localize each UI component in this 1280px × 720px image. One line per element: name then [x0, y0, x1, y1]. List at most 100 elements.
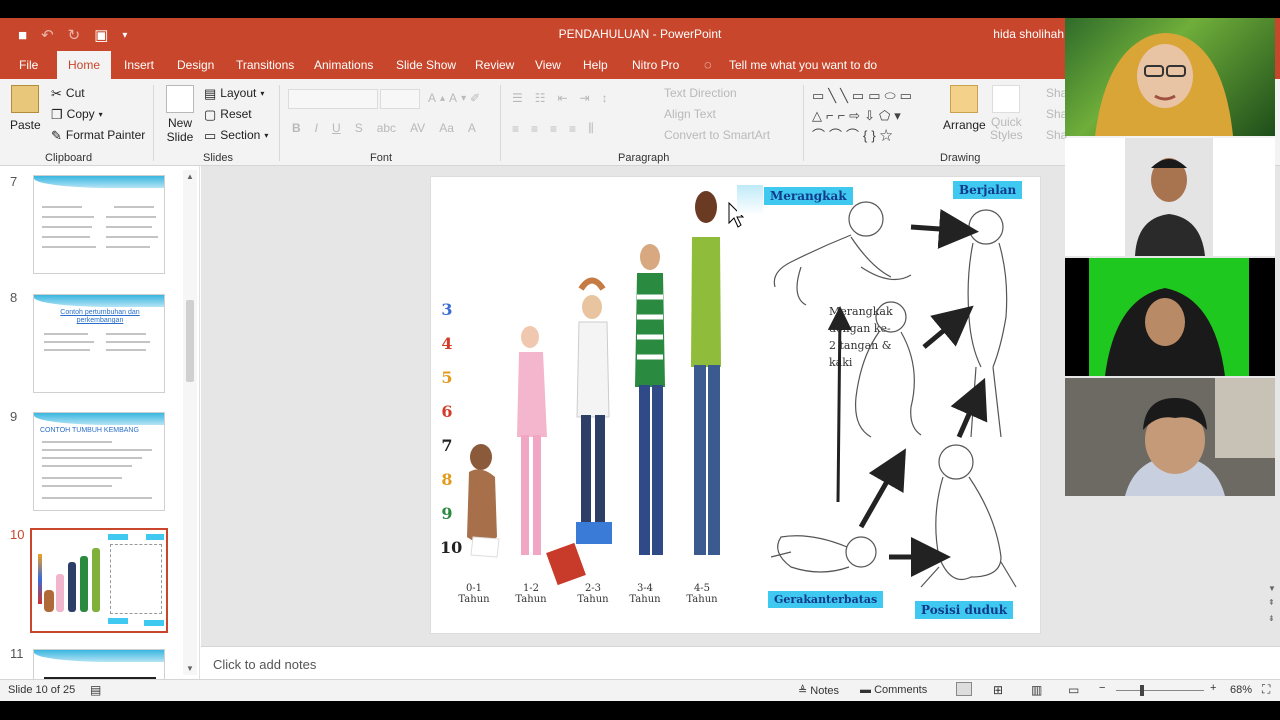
notes-placeholder[interactable]: Click to add notes	[213, 657, 316, 672]
zoom-slider-thumb[interactable]	[1140, 685, 1144, 696]
age-label-2-3: 2-3 Tahun	[577, 583, 609, 605]
reset-icon: ▢	[204, 106, 217, 122]
font-format-buttons[interactable]: B I U Sabc AV Aa A	[292, 121, 476, 135]
cut-label: Cut	[65, 86, 85, 100]
align-text-label: Align Text	[664, 107, 716, 121]
participant-2-image	[1125, 138, 1213, 256]
lightbulb-icon: ◌	[704, 57, 712, 72]
paste-label: Paste	[10, 118, 41, 132]
tab-view[interactable]: View	[524, 51, 572, 79]
right-panel-scrollbar[interactable]: ▼ ⇞ ⇟	[1266, 166, 1278, 630]
convert-smartart-label: Convert to SmartArt	[664, 128, 771, 142]
tab-help[interactable]: Help	[572, 51, 619, 79]
thumbnail-scrollbar[interactable]: ▲ ▼	[183, 170, 197, 675]
thumb-8-title: Contoh pertumbuhan dan perkembangan	[60, 309, 140, 325]
notes-pane[interactable]: Click to add notes	[201, 646, 1280, 679]
bullets-icon: ☰	[512, 91, 523, 105]
zoom-slider[interactable]	[1116, 685, 1204, 696]
slide-thumbnail-11[interactable]	[33, 649, 165, 679]
list-buttons[interactable]: ☰ ☷ ⇤ ⇥ ↕	[512, 91, 608, 105]
indent-icon: ⇤	[557, 91, 568, 105]
paragraph-group-label: Paragraph	[618, 152, 670, 164]
reset-button[interactable]: ▢ Reset	[204, 107, 252, 121]
slide-number-11: 11	[10, 646, 24, 661]
reading-view-icon[interactable]: ▥	[1031, 683, 1042, 697]
participant-4-image	[1065, 378, 1275, 496]
arrange-label: Arrange	[943, 118, 986, 132]
participant-1-image	[1095, 33, 1233, 136]
scroll-down-icon[interactable]: ▼	[1268, 584, 1276, 593]
scrollbar-thumb[interactable]	[186, 300, 194, 382]
prev-slide-icon[interactable]: ⇞	[1268, 598, 1275, 607]
ribbon-divider	[500, 85, 501, 161]
section-button[interactable]: ▭ Section ▾	[204, 128, 268, 142]
tab-animations[interactable]: Animations	[303, 51, 384, 79]
quick-styles-button[interactable]: Quick Styles	[990, 85, 1023, 142]
shapes-gallery[interactable]: ▭╲╲▭▭⬭▭ △⌐⌐⇨⇩⬠▾ ⌒⌒⌒{}☆	[812, 86, 932, 148]
participant-video-2[interactable]	[1065, 138, 1275, 256]
status-bar: Slide 10 of 25 ▤ ≜ Notes ▬ Comments ⊞ ▥ …	[0, 679, 1280, 701]
age-label-4-5: 4-5 Tahun	[686, 583, 718, 605]
notes-label: Notes	[810, 685, 840, 697]
participant-video-3[interactable]	[1065, 258, 1275, 376]
user-name[interactable]: hida sholihah	[993, 27, 1064, 41]
comments-toggle[interactable]: ▬ Comments	[860, 684, 927, 696]
slideshow-view-icon[interactable]: ▭	[1068, 683, 1079, 697]
layout-icon: ▤	[204, 85, 217, 101]
slide-number-8: 8	[10, 290, 18, 305]
convert-smartart-button[interactable]: Convert to SmartArt	[664, 128, 770, 142]
current-slide[interactable]: 3 4 5 6 7 8 9 10 0-1 Tahun 1-2 Tahun 2-3…	[430, 176, 1041, 634]
spellcheck-icon[interactable]: ▤	[90, 683, 101, 697]
ribbon-divider	[153, 85, 154, 161]
format-painter-label: Format Painter	[65, 128, 146, 142]
slide-sorter-icon[interactable]: ⊞	[993, 683, 1003, 697]
participant-video-4[interactable]	[1065, 378, 1275, 496]
tab-design[interactable]: Design	[166, 51, 225, 79]
notes-icon: ≜	[798, 685, 808, 697]
tell-me-search[interactable]: Tell me what you want to do	[718, 51, 888, 79]
slide-thumbnail-9[interactable]: CONTOH TUMBUH KEMBANG	[33, 412, 165, 511]
slide-thumbnail-10-selected[interactable]	[30, 528, 168, 633]
align-text-button[interactable]: Align Text	[664, 107, 716, 121]
tab-insert[interactable]: Insert	[113, 51, 165, 79]
normal-view-icon[interactable]	[956, 682, 972, 696]
align-buttons[interactable]: ≡ ≡ ≡ ≡ ⫼	[512, 121, 594, 136]
slide-thumbnail-7[interactable]	[33, 175, 165, 274]
participant-video-1[interactable]	[1065, 18, 1275, 136]
section-label: Section	[220, 128, 261, 142]
slide-thumbnail-pane: 7 8 Contoh pertumbuhan dan perkembangan …	[0, 166, 200, 679]
tab-transitions[interactable]: Transitions	[225, 51, 305, 79]
zoom-in-icon[interactable]: +	[1210, 682, 1216, 694]
children-illustration	[467, 191, 745, 586]
cut-button[interactable]: ✂ Cut	[51, 86, 85, 100]
notes-toggle[interactable]: ≜ Notes	[798, 684, 839, 697]
zoom-out-icon[interactable]: −	[1099, 682, 1105, 694]
copy-button[interactable]: ❐ Copy ▾	[51, 107, 103, 121]
new-slide-button[interactable]: New Slide	[166, 85, 194, 144]
arrange-button[interactable]: Arrange	[943, 85, 986, 132]
paste-button[interactable]: Paste	[10, 85, 41, 132]
layout-button[interactable]: ▤ Layout ▾	[204, 86, 264, 100]
format-painter-button[interactable]: ✎ Format Painter	[51, 128, 145, 142]
tab-review[interactable]: Review	[464, 51, 525, 79]
tab-slide-show[interactable]: Slide Show	[385, 51, 467, 79]
slide-number-9: 9	[10, 409, 18, 424]
tab-nitro-pro[interactable]: Nitro Pro	[621, 51, 690, 79]
top-black-bar	[0, 0, 1280, 18]
font-name-box[interactable]	[288, 89, 378, 109]
new-slide-label: New	[167, 116, 192, 130]
slide-thumbnail-8[interactable]: Contoh pertumbuhan dan perkembangan	[33, 294, 165, 393]
scroll-down-icon[interactable]: ▼	[186, 664, 194, 673]
tab-home[interactable]: Home	[57, 51, 112, 79]
zoom-level[interactable]: 68%	[1230, 684, 1252, 696]
fit-slide-icon[interactable]: ⛶	[1262, 682, 1270, 697]
tab-file[interactable]: File	[8, 51, 49, 79]
scroll-up-icon[interactable]: ▲	[186, 172, 194, 181]
thumb-9-title: CONTOH TUMBUH KEMBANG	[40, 427, 139, 434]
text-direction-button[interactable]: Text Direction	[664, 86, 737, 100]
font-size-box[interactable]	[380, 89, 420, 109]
font-size-buttons[interactable]: A ▴ A ▾ ✐	[428, 91, 480, 105]
clipboard-group-label: Clipboard	[45, 152, 93, 164]
next-slide-icon[interactable]: ⇟	[1268, 614, 1275, 623]
ribbon-divider	[803, 85, 804, 161]
